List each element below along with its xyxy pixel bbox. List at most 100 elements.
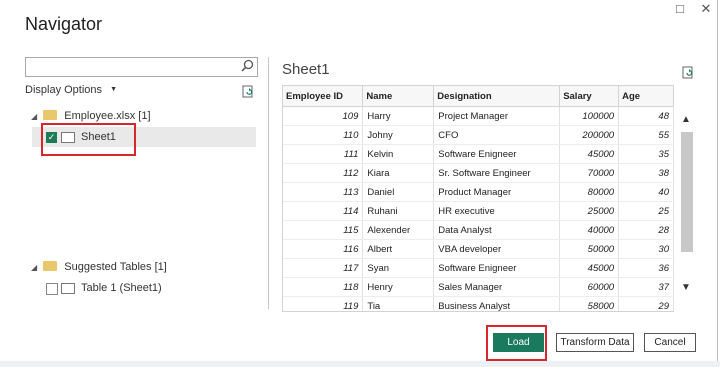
scroll-up-icon[interactable]: ▲	[681, 114, 691, 125]
folder-icon	[43, 261, 58, 271]
highlight-box-sheet1	[41, 123, 136, 156]
expand-triangle-icon: ◢	[31, 112, 38, 121]
table-cell: 116	[283, 239, 364, 259]
transform-data-button[interactable]: Transform Data	[556, 333, 634, 352]
table-cell: 38	[618, 163, 674, 183]
table-cell: Syan	[362, 258, 435, 278]
table-cell: 119	[283, 296, 364, 311]
tree-item-label: Employee.xlsx	[64, 110, 136, 122]
tree-item-label: Suggested Tables	[64, 261, 152, 273]
table-row: 112 Kiara Sr. Software Engineer 70000 38	[283, 163, 674, 183]
column-header: Designation	[433, 86, 561, 107]
cancel-button[interactable]: Cancel	[644, 333, 696, 352]
table-cell: 50000	[559, 239, 620, 259]
table-cell: 100000	[559, 106, 620, 126]
panel-divider	[268, 57, 269, 309]
table-cell: 118	[283, 277, 364, 297]
table-cell: 40	[618, 182, 674, 202]
tree-item-suggested-tables[interactable]: ◢ Suggested Tables [1]	[31, 257, 256, 277]
table-cell: 70000	[559, 163, 620, 183]
table-cell: 35	[618, 144, 674, 164]
table-cell: 37	[618, 277, 674, 297]
chevron-down-icon: ▼	[110, 86, 118, 93]
close-icon[interactable]: ✕	[699, 2, 713, 16]
table-cell: 55	[618, 125, 674, 145]
table-cell: 36	[618, 258, 674, 278]
table-cell: 45000	[559, 258, 620, 278]
preview-table: Employee ID Name Designation Salary Age …	[282, 85, 674, 312]
tree-item-count: [1]	[154, 261, 167, 273]
table-cell: Sales Manager	[433, 277, 561, 297]
column-header: Age	[618, 86, 674, 107]
table-cell: Harry	[362, 106, 435, 126]
table-cell: 48	[618, 106, 674, 126]
table-cell: 200000	[559, 125, 620, 145]
table-cell: Business Analyst	[433, 296, 561, 311]
table-cell: 29	[618, 296, 674, 311]
table-cell: Kiara	[362, 163, 435, 183]
checkbox-icon[interactable]	[46, 283, 58, 295]
table-row: 110 Johny CFO 200000 55	[283, 125, 674, 145]
table-cell: CFO	[433, 125, 561, 145]
folder-icon	[43, 110, 58, 120]
table-cell: Henry	[362, 277, 435, 297]
table-cell: Data Analyst	[433, 220, 561, 240]
search-input[interactable]	[25, 57, 258, 77]
table-cell: 60000	[559, 277, 620, 297]
table-cell: Albert	[362, 239, 435, 259]
table-cell: Alexender	[362, 220, 435, 240]
table-row: 109 Harry Project Manager 100000 48	[283, 106, 674, 126]
column-header: Salary	[559, 86, 620, 107]
search-icon[interactable]	[239, 58, 255, 74]
table-cell: 28	[618, 220, 674, 240]
table-row: 115 Alexender Data Analyst 40000 28	[283, 220, 674, 240]
table-cell: 25000	[559, 201, 620, 221]
table-row: 111 Kelvin Software Enigneer 45000 35	[283, 144, 674, 164]
table-cell: 111	[283, 144, 364, 164]
table-cell: 109	[283, 106, 364, 126]
table-cell: HR executive	[433, 201, 561, 221]
preview-title: Sheet1	[282, 61, 330, 78]
scrollbar-thumb[interactable]	[681, 132, 693, 252]
table-row: 113 Daniel Product Manager 80000 40	[283, 182, 674, 202]
table-cell: Tia	[362, 296, 435, 311]
table-cell: 30	[618, 239, 674, 259]
table-cell: 45000	[559, 144, 620, 164]
table-cell: Sr. Software Engineer	[433, 163, 561, 183]
background-strip	[0, 361, 720, 367]
display-options-label: Display Options	[25, 84, 103, 96]
table-cell: Product Manager	[433, 182, 561, 202]
preview-refresh-icon[interactable]	[680, 64, 696, 80]
table-cell: 113	[283, 182, 364, 202]
table-cell: 114	[283, 201, 364, 221]
tree-item-label: Table 1 (Sheet1)	[81, 282, 162, 294]
tree-item-count: [1]	[138, 110, 151, 122]
scroll-down-icon[interactable]: ▼	[681, 282, 691, 293]
refresh-icon[interactable]	[240, 83, 256, 99]
table-row: 114 Ruhani HR executive 25000 25	[283, 201, 674, 221]
table-cell: Daniel	[362, 182, 435, 202]
table-icon	[61, 283, 75, 294]
table-header-row: Employee ID Name Designation Salary Age	[283, 86, 674, 107]
table-cell: 110	[283, 125, 364, 145]
table-row: 117 Syan Software Enigneer 45000 36	[283, 258, 674, 278]
table-cell: Johny	[362, 125, 435, 145]
restore-icon[interactable]: □	[673, 2, 687, 16]
table-cell: Software Enigneer	[433, 144, 561, 164]
table-cell: 115	[283, 220, 364, 240]
navigator-dialog: Navigator □ ✕ Display Options ▼ ◢ Employ…	[0, 0, 718, 363]
table-row: 119 Tia Business Analyst 58000 29	[283, 296, 674, 311]
table-cell: 80000	[559, 182, 620, 202]
table-cell: Kelvin	[362, 144, 435, 164]
tree-item-table1[interactable]: Table 1 (Sheet1)	[46, 278, 256, 298]
table-row: 116 Albert VBA developer 50000 30	[283, 239, 674, 259]
highlight-box-load	[486, 325, 547, 361]
table-cell: Project Manager	[433, 106, 561, 126]
column-header: Name	[362, 86, 435, 107]
table-cell: 40000	[559, 220, 620, 240]
table-cell: VBA developer	[433, 239, 561, 259]
table-cell: 25	[618, 201, 674, 221]
table-cell: 117	[283, 258, 364, 278]
table-cell: Software Enigneer	[433, 258, 561, 278]
display-options-dropdown[interactable]: Display Options ▼	[25, 84, 117, 96]
